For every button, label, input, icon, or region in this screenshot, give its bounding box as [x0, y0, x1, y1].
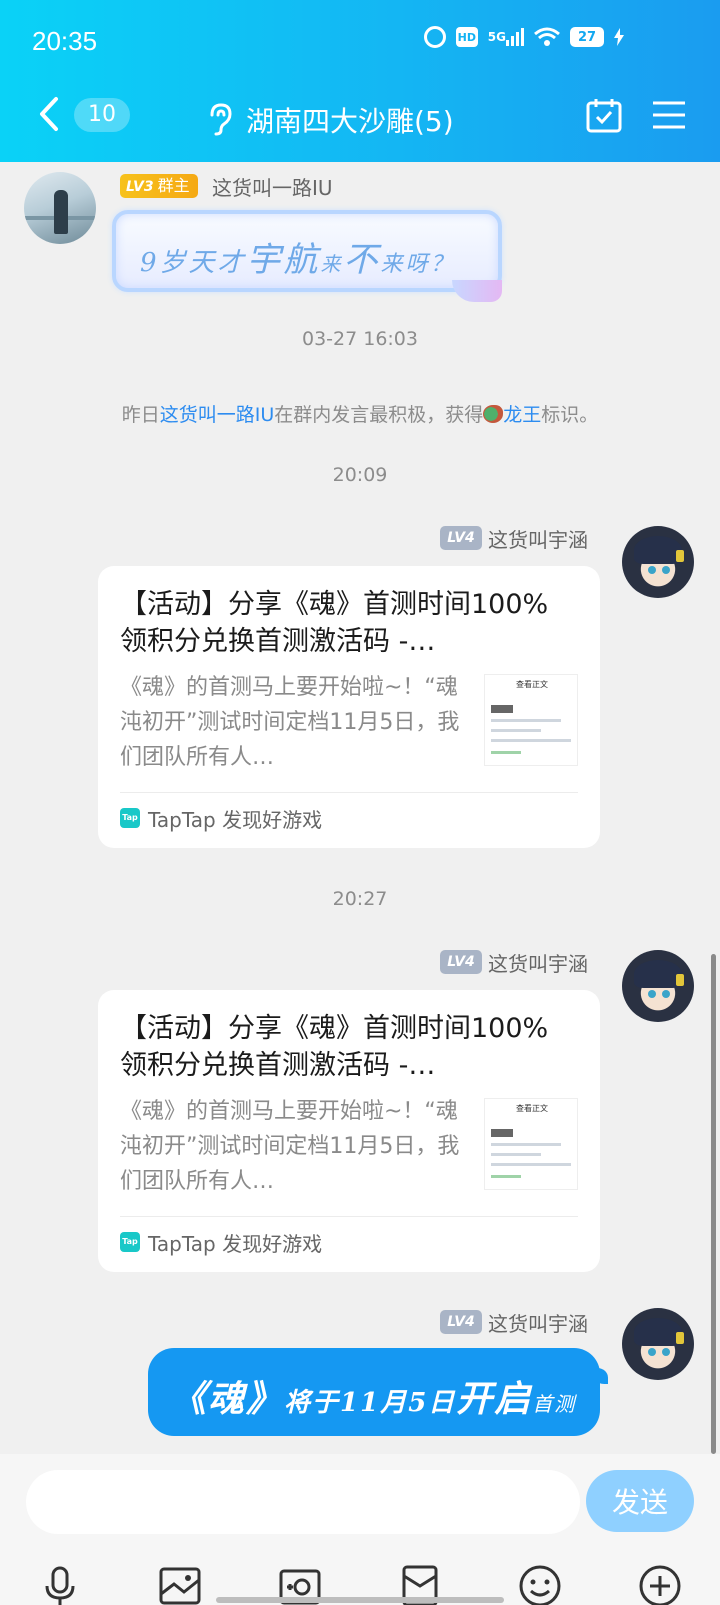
plus-icon[interactable] [638, 1564, 682, 1605]
sender-name[interactable]: 这货叫宇涵 [488, 948, 588, 977]
timestamp: 03-27 16:03 [301, 328, 418, 350]
cellular-signal-icon: 5G [488, 28, 524, 46]
wifi-icon [534, 27, 560, 47]
card-title: 【活动】分享《魂》首测时间100%领积分兑换首测激活码 -… [120, 1013, 549, 1081]
charging-icon [614, 28, 624, 46]
avatar[interactable] [622, 526, 694, 598]
network-type: 5G [487, 30, 506, 44]
level-badge: LV4 [440, 1310, 482, 1334]
notice-user-link[interactable]: 这货叫一路IU [160, 404, 275, 426]
menu-icon[interactable] [652, 100, 686, 130]
system-notice: 昨日这货叫一路IU在群内发言最积极，获得 龙王标识。 [121, 404, 599, 426]
level-badge: LV4 [440, 526, 482, 550]
calendar-check-icon[interactable] [586, 98, 622, 134]
sticker-message[interactable]: 9岁天才宇航来不来呀？ [112, 210, 502, 302]
avatar[interactable] [622, 950, 694, 1022]
card-source: TapTap 发现好游戏 [148, 1232, 323, 1256]
alarm-icon [423, 26, 446, 48]
level-text: LV3 [126, 179, 154, 195]
notice-title-link[interactable]: 龙王 [503, 404, 541, 426]
scrollbar[interactable] [711, 954, 716, 1454]
home-indicator[interactable] [216, 1597, 504, 1603]
card-thumbnail: 查看正文 [484, 674, 578, 766]
dragon-king-icon [483, 405, 504, 423]
card-thumbnail: 查看正文 [484, 1098, 578, 1190]
microphone-icon[interactable] [38, 1564, 82, 1605]
sender-name[interactable]: 这货叫一路IU [212, 172, 333, 201]
chat-title[interactable]: 湖南四大沙雕(5) [246, 100, 454, 140]
timestamp: 20:09 [332, 464, 388, 486]
share-card[interactable]: 【活动】分享《魂》首测时间100%领积分兑换首测激活码 -… 《魂》的首测马上要… [98, 566, 600, 848]
role-badge: 群主 [157, 176, 190, 195]
hd-icon: HD [455, 27, 478, 47]
taptap-icon: Tap [120, 1232, 140, 1252]
input-area: 发送 [0, 1454, 720, 1605]
sticker-text: 9岁天才宇航来不来呀？ [140, 240, 456, 280]
image-icon[interactable] [158, 1564, 202, 1605]
status-icons: HD 5G 27 [423, 26, 624, 48]
ear-icon[interactable] [206, 102, 234, 136]
bubble-tail [590, 1368, 608, 1384]
taptap-icon: Tap [120, 808, 140, 828]
status-time: 20:35 [32, 26, 98, 56]
sender-name[interactable]: 这货叫宇涵 [488, 1308, 588, 1337]
emoji-icon[interactable] [518, 1564, 562, 1605]
card-divider [120, 792, 578, 793]
card-title: 【活动】分享《魂》首测时间100%领积分兑换首测激活码 -… [120, 589, 549, 657]
chevron-left-icon[interactable] [36, 96, 62, 132]
sticker-tail [452, 280, 502, 302]
text-bubble[interactable]: 《魂》将于11月5日开启首测 [148, 1348, 608, 1436]
card-divider [120, 1216, 578, 1217]
card-description: 《魂》的首测马上要开始啦~！“魂沌初开”测试时间定档11月5日，我们团队所有人… [120, 1099, 460, 1194]
sender-name[interactable]: 这货叫宇涵 [488, 524, 588, 553]
unread-count-badge[interactable]: 10 [74, 98, 130, 132]
message-input[interactable] [26, 1470, 580, 1534]
share-card[interactable]: 【活动】分享《魂》首测时间100%领积分兑换首测激活码 -… 《魂》的首测马上要… [98, 990, 600, 1272]
level-badge: LV4 [440, 950, 482, 974]
level-badge: LV3 群主 [120, 174, 198, 198]
avatar[interactable] [622, 1308, 694, 1380]
avatar[interactable] [24, 172, 96, 244]
timestamp: 20:27 [332, 888, 388, 910]
card-source: TapTap 发现好游戏 [148, 808, 323, 832]
send-button[interactable]: 发送 [586, 1470, 694, 1532]
bubble-text: 《魂》将于11月5日开启首测 [170, 1378, 577, 1420]
card-description: 《魂》的首测马上要开始啦~！“魂沌初开”测试时间定档11月5日，我们团队所有人… [120, 675, 460, 770]
chat-header: 20:35 HD 5G 27 10 湖南四大沙雕(5) [0, 0, 720, 162]
battery-icon: 27 [570, 27, 604, 47]
